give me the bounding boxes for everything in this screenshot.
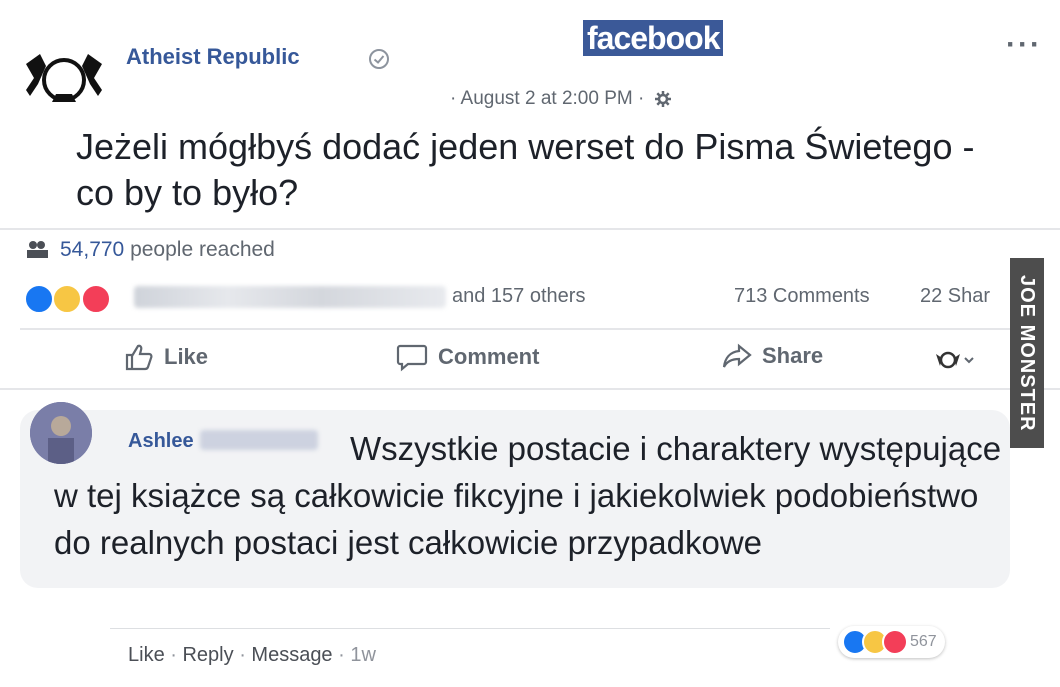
comment-age[interactable]: 1w	[350, 644, 376, 666]
page-avatar-icon	[936, 351, 974, 369]
joe-monster-watermark: JOE MONSTER	[1010, 258, 1044, 448]
comment-label: Comment	[438, 344, 540, 369]
post-timestamp[interactable]: · August 2 at 2:00 PM ·	[450, 88, 644, 109]
verified-badge-icon	[369, 49, 389, 69]
comment-reaction-count: 567	[910, 633, 937, 650]
divider	[0, 228, 1060, 230]
shares-count[interactable]: 22 Shar	[920, 285, 990, 308]
gear-icon[interactable]	[654, 90, 672, 108]
reach-stat: 54,770 people reached	[26, 238, 275, 262]
separator-dot: ·	[239, 644, 252, 666]
love-reaction-icon	[882, 629, 908, 655]
more-options-button[interactable]: ···	[1006, 28, 1042, 62]
share-arrow-icon	[722, 343, 752, 368]
facebook-logo: facebook	[583, 20, 724, 56]
love-reaction-icon	[80, 284, 111, 314]
page-name[interactable]: Atheist Republic	[126, 44, 300, 70]
reach-suffix: people reached	[124, 238, 275, 261]
reach-number[interactable]: 54,770	[60, 238, 124, 261]
post-text: Jeżeli mógłbyś dodać jeden werset do Pis…	[76, 126, 975, 213]
reactions-others[interactable]: and 157 others	[452, 285, 585, 308]
divider	[20, 328, 1010, 330]
separator-dot: ·	[170, 644, 183, 666]
divider	[0, 388, 1060, 390]
divider	[110, 628, 830, 629]
like-label: Like	[164, 344, 209, 369]
comment-message-link[interactable]: Message	[251, 644, 332, 666]
comment-text: Wszystkie postacie i charaktery występuj…	[54, 430, 1002, 561]
blurred-surname	[200, 430, 318, 450]
atheist-republic-logo-icon[interactable]	[22, 44, 106, 106]
share-button[interactable]: Share	[722, 342, 823, 370]
haha-reaction-icon	[52, 284, 83, 314]
reaction-icons[interactable]	[24, 284, 111, 314]
thumbs-up-icon	[125, 344, 153, 371]
comment-reply-link[interactable]: Reply	[182, 644, 233, 666]
share-label: Share	[762, 343, 824, 368]
comment-like-link[interactable]: Like	[128, 644, 165, 666]
comment-button[interactable]: Comment	[396, 342, 539, 372]
comment-author[interactable]: Ashlee	[128, 430, 194, 453]
comment-bubble-icon	[396, 344, 428, 372]
comment-reactions[interactable]: 567	[838, 626, 945, 658]
like-reaction-icon	[24, 284, 54, 314]
like-button[interactable]: Like	[124, 342, 208, 372]
post-meta: · August 2 at 2:00 PM ·	[450, 88, 672, 110]
comment-actions: Like · Reply · Message · 1w	[128, 644, 376, 667]
page-selector-button[interactable]	[934, 350, 974, 375]
blurred-names	[134, 286, 446, 308]
comments-count[interactable]: 713 Comments	[734, 285, 870, 308]
separator-dot: ·	[338, 644, 351, 666]
people-icon	[27, 241, 48, 258]
